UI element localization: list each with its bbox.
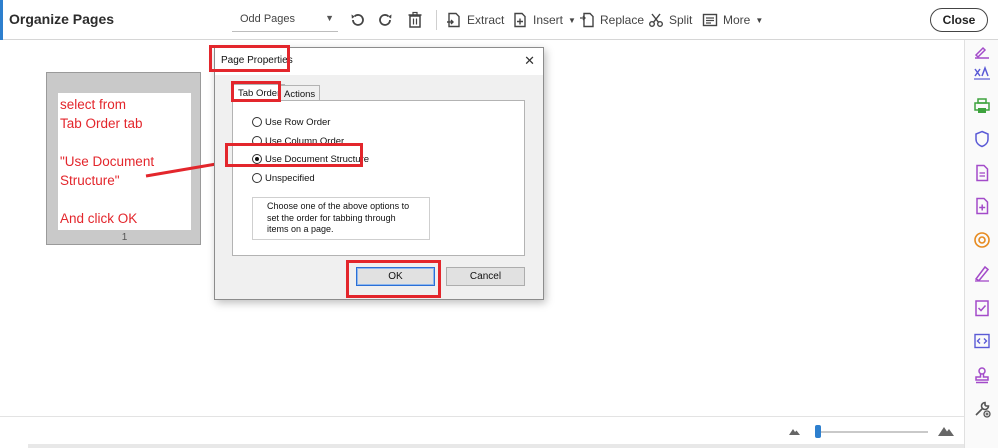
option-use-row-order[interactable]: Use Row Order <box>252 115 330 129</box>
add-pdf-icon[interactable] <box>973 197 991 215</box>
split-button[interactable]: Split <box>648 8 692 32</box>
scissors-icon <box>649 13 663 27</box>
replace-label: Replace <box>600 13 645 27</box>
chevron-down-icon: ▼ <box>568 15 576 25</box>
highlight-tab-order <box>231 81 281 102</box>
edit-text-icon[interactable] <box>973 64 991 82</box>
rotate-cw-icon <box>379 14 392 26</box>
delete-button[interactable] <box>404 9 426 31</box>
zoom-in-mountain-icon[interactable] <box>938 425 954 436</box>
extract-button[interactable]: Extract <box>446 8 504 32</box>
rotate-right-button[interactable] <box>374 9 396 31</box>
zoom-slider-handle[interactable] <box>815 425 821 438</box>
horizontal-scrollbar[interactable] <box>28 444 964 448</box>
option-label: Unspecified <box>265 172 315 184</box>
split-label: Split <box>669 13 693 27</box>
optimize-icon[interactable] <box>973 231 991 249</box>
organize-pages-window: Organize Pages Odd Pages ▼ Extract Inser… <box>0 0 998 448</box>
fill-sign-icon[interactable] <box>973 42 991 60</box>
more-icon <box>702 13 718 27</box>
replace-button[interactable]: Replace <box>579 8 644 32</box>
close-icon[interactable]: ✕ <box>524 53 535 69</box>
replace-icon <box>580 12 594 28</box>
checklist-icon[interactable] <box>973 299 991 317</box>
page-range-select[interactable]: Odd Pages ▼ <box>232 8 338 32</box>
page-range-value: Odd Pages <box>240 13 296 25</box>
highlight-ok-button <box>346 260 441 298</box>
tab-actions[interactable]: Actions <box>279 85 321 101</box>
option-hint: Choose one of the above options to set t… <box>252 197 430 240</box>
tools-rail <box>964 40 998 448</box>
highlight-document-structure <box>225 143 363 167</box>
close-button[interactable]: Close <box>930 8 988 32</box>
cancel-button[interactable]: Cancel <box>446 267 525 286</box>
option-unspecified[interactable]: Unspecified <box>252 171 315 185</box>
print-export-icon[interactable] <box>973 97 991 115</box>
trash-icon <box>408 11 422 28</box>
tools-icon[interactable] <box>973 400 991 418</box>
radio-button[interactable] <box>252 117 262 127</box>
tab-order-panel: Use Row Order Use Column Order Use Docum… <box>232 100 525 256</box>
rotate-left-button[interactable] <box>347 9 369 31</box>
page-number: 1 <box>121 232 128 243</box>
toolbar-divider <box>436 10 437 30</box>
page-title: Organize Pages <box>9 11 115 27</box>
stamp-icon[interactable] <box>973 366 991 384</box>
zoom-slider-track[interactable] <box>820 431 928 433</box>
radio-button[interactable] <box>252 173 262 183</box>
insert-icon <box>514 12 526 28</box>
create-pdf-icon[interactable] <box>973 164 991 182</box>
chevron-down-icon: ▼ <box>755 15 764 25</box>
code-icon[interactable] <box>973 332 991 350</box>
more-button[interactable]: More ▼ <box>702 8 763 32</box>
toolbar-accent <box>0 0 3 40</box>
option-label: Use Row Order <box>265 116 331 128</box>
extract-label: Extract <box>467 13 505 27</box>
protect-shield-icon[interactable] <box>973 130 991 148</box>
insert-button[interactable]: Insert ▼ <box>512 8 576 32</box>
toolbar: Organize Pages Odd Pages ▼ Extract Inser… <box>0 0 998 40</box>
sign-pen-icon[interactable] <box>973 264 991 282</box>
chevron-down-icon: ▼ <box>325 13 334 23</box>
zoom-out-mountain-icon[interactable] <box>789 427 800 435</box>
extract-icon <box>447 12 460 28</box>
insert-label: Insert <box>533 13 564 27</box>
highlight-dialog-title <box>209 45 290 72</box>
more-label: More <box>723 13 751 27</box>
rotate-ccw-icon <box>351 14 364 26</box>
